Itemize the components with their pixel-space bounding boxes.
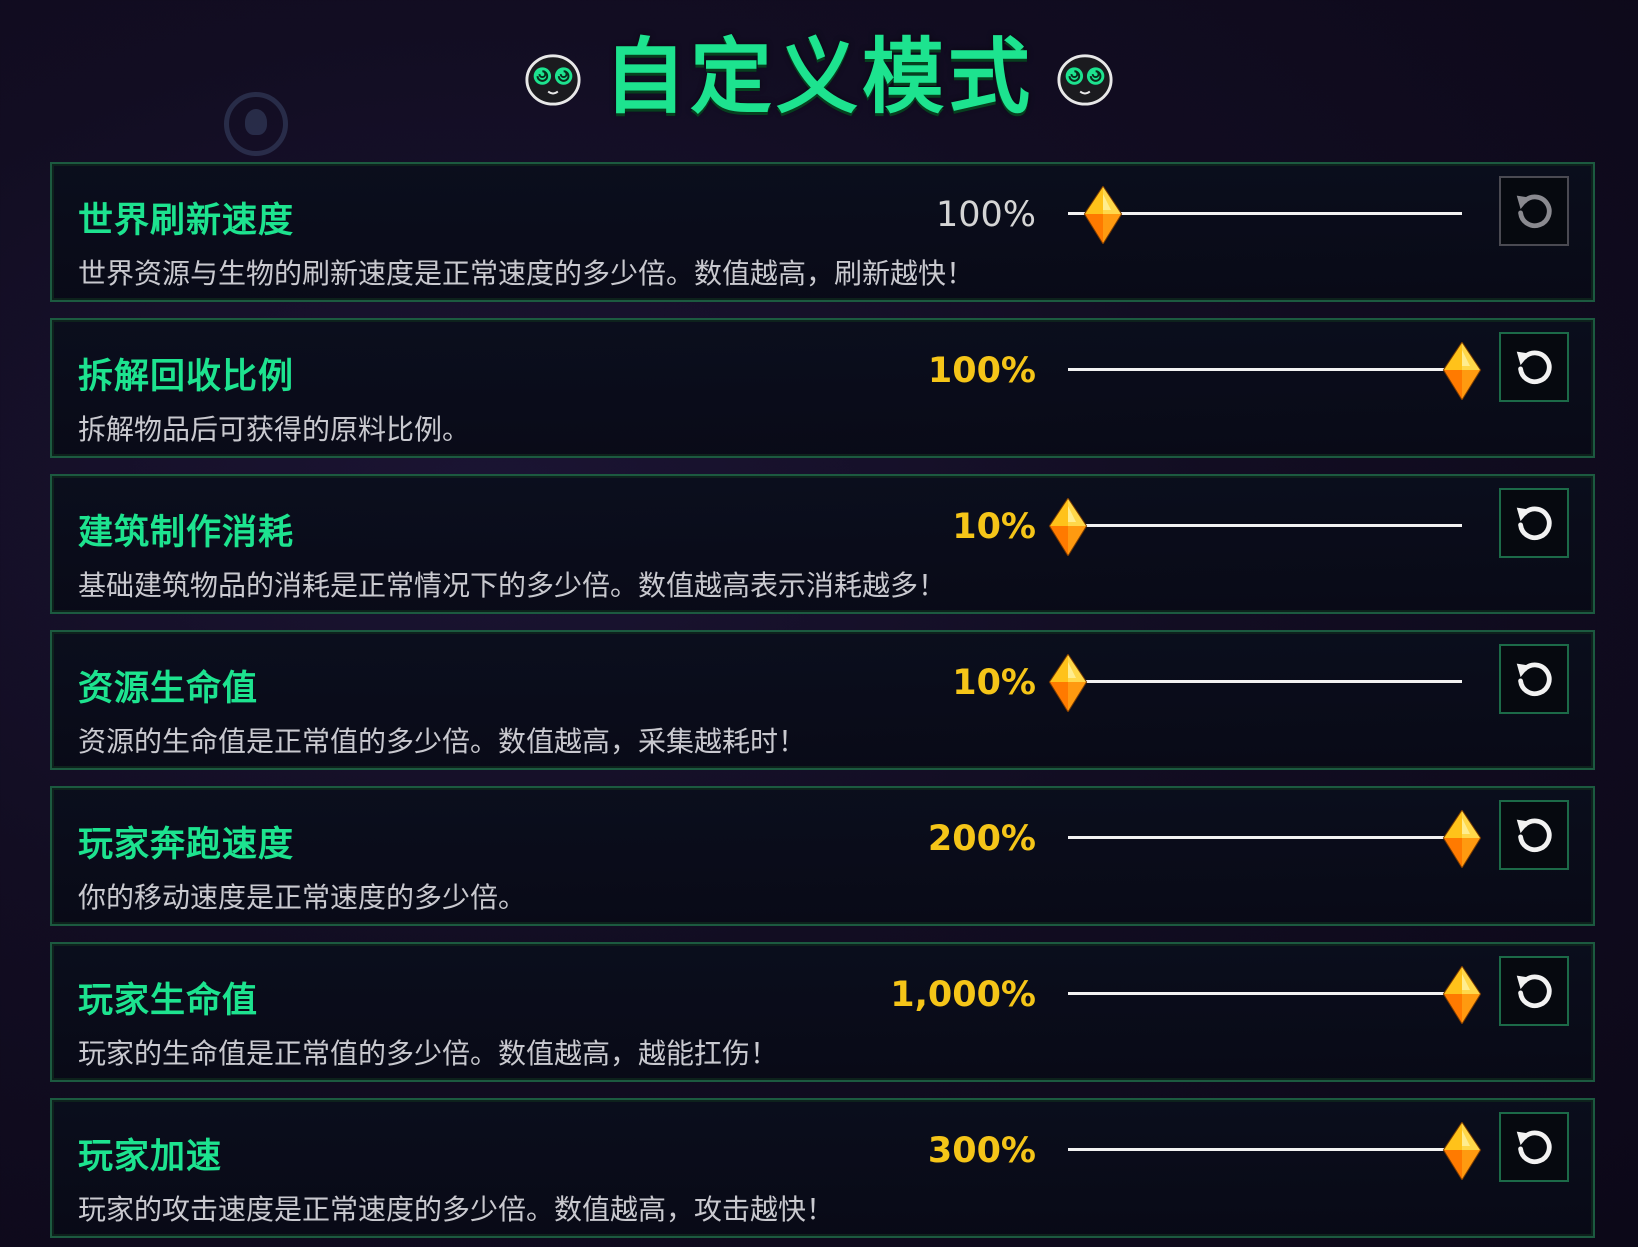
setting-row-build-cost: 建筑制作消耗 10% 基础建筑物品的消耗是正常情况下的多少倍。数值越高表示消耗越… <box>50 474 1595 614</box>
setting-slider[interactable] <box>1068 186 1462 244</box>
setting-title: 世界刷新速度 <box>78 201 295 241</box>
setting-value: 10% <box>952 663 1036 703</box>
setting-value: 1,000% <box>890 975 1036 1015</box>
mascot-left-icon <box>525 54 581 106</box>
diamond-slider-handle-icon[interactable] <box>1442 342 1482 400</box>
setting-value: 200% <box>927 819 1036 859</box>
setting-title: 玩家加速 <box>78 1137 223 1177</box>
reset-button[interactable] <box>1499 332 1569 402</box>
diamond-slider-handle-icon[interactable] <box>1048 498 1088 556</box>
reset-button[interactable] <box>1499 176 1569 246</box>
slider-track[interactable] <box>1068 212 1462 215</box>
reset-icon <box>1516 818 1552 853</box>
setting-description: 资源的生命值是正常值的多少倍。数值越高，采集越耗时！ <box>78 725 807 758</box>
setting-description: 拆解物品后可获得的原料比例。 <box>78 413 471 446</box>
setting-row-player-health: 玩家生命值 1,000% 玩家的生命值是正常值的多少倍。数值越高，越能扛伤！ <box>50 942 1595 1082</box>
setting-title: 资源生命值 <box>78 669 259 709</box>
setting-value: 10% <box>952 507 1036 547</box>
mascot-right-icon <box>1057 54 1113 106</box>
setting-slider[interactable] <box>1048 498 1462 556</box>
reset-button[interactable] <box>1499 488 1569 558</box>
reset-icon <box>1516 194 1552 229</box>
setting-row-dismantle-ratio: 拆解回收比例 100% 拆解物品后可获得的原料比例。 <box>50 318 1595 458</box>
setting-slider[interactable] <box>1068 810 1482 868</box>
setting-slider[interactable] <box>1048 654 1462 712</box>
reset-icon <box>1516 662 1552 697</box>
slider-track[interactable] <box>1068 524 1462 527</box>
setting-value: 100% <box>927 351 1036 391</box>
setting-slider[interactable] <box>1068 342 1482 400</box>
slider-track[interactable] <box>1068 368 1462 371</box>
reset-button[interactable] <box>1499 644 1569 714</box>
setting-row-resource-health: 资源生命值 10% 资源的生命值是正常值的多少倍。数值越高，采集越耗时！ <box>50 630 1595 770</box>
diamond-slider-handle-icon[interactable] <box>1083 186 1123 244</box>
diamond-slider-handle-icon[interactable] <box>1442 810 1482 868</box>
slider-track[interactable] <box>1068 992 1462 995</box>
setting-row-player-attack-speed: 玩家加速 300% 玩家的攻击速度是正常速度的多少倍。数值越高，攻击越快！ <box>50 1098 1595 1238</box>
reset-button[interactable] <box>1499 956 1569 1026</box>
setting-description: 基础建筑物品的消耗是正常情况下的多少倍。数值越高表示消耗越多！ <box>78 569 947 602</box>
setting-title: 建筑制作消耗 <box>78 513 295 553</box>
header: 自定义模式 <box>0 18 1638 138</box>
reset-icon <box>1516 974 1552 1009</box>
setting-title: 拆解回收比例 <box>78 357 295 397</box>
reset-icon <box>1516 506 1552 541</box>
setting-title: 玩家奔跑速度 <box>78 825 295 865</box>
setting-description: 你的移动速度是正常速度的多少倍。 <box>78 881 527 914</box>
diamond-slider-handle-icon[interactable] <box>1442 1122 1482 1180</box>
reset-icon <box>1516 350 1552 385</box>
slider-track[interactable] <box>1068 836 1462 839</box>
reset-button[interactable] <box>1499 1112 1569 1182</box>
reset-button[interactable] <box>1499 800 1569 870</box>
settings-list: 世界刷新速度 100% 世界资源与生物的刷新速度是正常速度的多少倍。数值越高，刷… <box>50 162 1595 1247</box>
setting-title: 玩家生命值 <box>78 981 259 1021</box>
diamond-slider-handle-icon[interactable] <box>1442 966 1482 1024</box>
slider-track[interactable] <box>1068 1148 1462 1151</box>
setting-row-player-run-speed: 玩家奔跑速度 200% 你的移动速度是正常速度的多少倍。 <box>50 786 1595 926</box>
setting-description: 玩家的生命值是正常值的多少倍。数值越高，越能扛伤！ <box>78 1037 779 1070</box>
setting-value: 100% <box>935 195 1036 235</box>
reset-icon <box>1516 1130 1552 1165</box>
setting-value: 300% <box>927 1131 1036 1171</box>
setting-slider[interactable] <box>1068 966 1482 1024</box>
setting-slider[interactable] <box>1068 1122 1482 1180</box>
setting-description: 玩家的攻击速度是正常速度的多少倍。数值越高，攻击越快！ <box>78 1193 835 1226</box>
diamond-slider-handle-icon[interactable] <box>1048 654 1088 712</box>
page-title: 自定义模式 <box>603 30 1034 125</box>
slider-track[interactable] <box>1068 680 1462 683</box>
setting-row-world-refresh-speed: 世界刷新速度 100% 世界资源与生物的刷新速度是正常速度的多少倍。数值越高，刷… <box>50 162 1595 302</box>
setting-description: 世界资源与生物的刷新速度是正常速度的多少倍。数值越高，刷新越快！ <box>78 257 975 290</box>
